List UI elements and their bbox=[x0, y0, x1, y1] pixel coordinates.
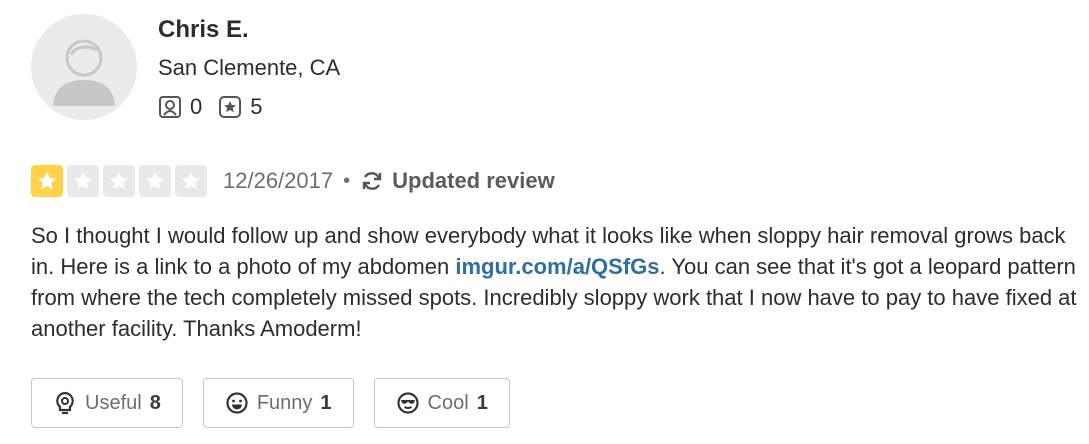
funny-count: 1 bbox=[320, 391, 332, 414]
star-icon bbox=[181, 171, 201, 190]
review-date: 12/26/2017 bbox=[223, 168, 334, 193]
friends-stat: 0 bbox=[158, 94, 202, 120]
lightbulb-icon bbox=[56, 391, 74, 415]
user-stats: 0 5 bbox=[158, 94, 271, 120]
avatar[interactable] bbox=[31, 14, 137, 120]
reviews-stat: 5 bbox=[218, 94, 263, 120]
star-empty bbox=[67, 165, 99, 197]
star-rating bbox=[31, 165, 207, 197]
useful-button[interactable]: Useful 8 bbox=[31, 378, 183, 428]
star-empty bbox=[175, 165, 207, 197]
refresh-icon bbox=[362, 172, 382, 190]
star-filled bbox=[31, 165, 63, 197]
funny-button[interactable]: Funny 1 bbox=[202, 378, 354, 428]
useful-count: 8 bbox=[149, 391, 161, 414]
review-actions: Useful 8 Funny 1 Cool 1 bbox=[31, 378, 510, 428]
updated-review-label[interactable]: Updated review bbox=[360, 168, 555, 194]
review-text: So I thought I would follow up and show … bbox=[31, 220, 1089, 344]
useful-label: Useful bbox=[85, 391, 142, 414]
star-empty bbox=[139, 165, 171, 197]
funny-label: Funny bbox=[256, 391, 313, 414]
star-icon bbox=[109, 171, 129, 190]
cool-count: 1 bbox=[476, 391, 488, 414]
separator: • bbox=[343, 169, 351, 192]
star-empty bbox=[103, 165, 135, 197]
cool-label: Cool bbox=[427, 391, 469, 414]
default-user-icon bbox=[53, 39, 115, 106]
friends-count: 0 bbox=[190, 94, 203, 119]
updated-review-text: Updated review bbox=[392, 168, 555, 193]
user-location: San Clemente, CA bbox=[158, 55, 341, 80]
friends-icon bbox=[159, 96, 181, 118]
sunglasses-icon bbox=[396, 392, 419, 414]
cool-button[interactable]: Cool 1 bbox=[373, 378, 510, 428]
reviews-count: 5 bbox=[250, 94, 263, 119]
star-icon bbox=[145, 171, 165, 190]
star-icon bbox=[73, 171, 93, 190]
smile-icon bbox=[226, 392, 248, 414]
rating-row: 12/26/2017 • Updated review bbox=[31, 163, 555, 199]
star-badge-icon bbox=[219, 96, 242, 118]
user-name[interactable]: Chris E. bbox=[158, 16, 249, 44]
review-link[interactable]: imgur.com/a/QSfGs bbox=[455, 254, 659, 279]
star-icon bbox=[37, 171, 57, 190]
